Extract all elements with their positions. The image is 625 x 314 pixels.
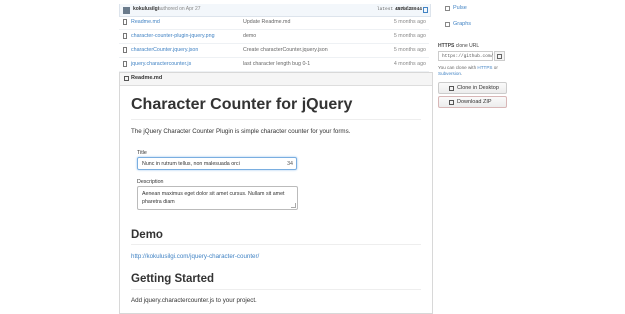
getting-started-text: Add jquery.charactercounter.js to your p… bbox=[131, 297, 257, 304]
download-zip-button[interactable]: Download ZIP bbox=[438, 96, 507, 108]
character-counter: 34 bbox=[287, 161, 293, 167]
commit-message-link[interactable]: last character length bug 0-1 bbox=[243, 61, 310, 67]
clone-url-input[interactable]: https://github.com/ bbox=[438, 51, 493, 61]
download-icon bbox=[449, 100, 454, 105]
title-label: Title bbox=[137, 150, 147, 156]
demo-link[interactable]: http://kokulusilgi.com/jquery-character-… bbox=[131, 253, 259, 260]
copy-clone-url-button[interactable] bbox=[494, 51, 505, 61]
title-input[interactable]: Nunc in rutrum tellus, non malesuada orc… bbox=[137, 157, 297, 170]
divider bbox=[131, 289, 421, 290]
commit-authored: authored on Apr 27 bbox=[158, 6, 201, 12]
clone-label-text: clone URL bbox=[455, 43, 480, 49]
clone-in-desktop-button[interactable]: Clone in Desktop bbox=[438, 82, 507, 94]
clone-url-label: HTTPS clone URL bbox=[438, 43, 479, 49]
pulse-icon bbox=[445, 6, 450, 11]
divider bbox=[131, 119, 421, 120]
file-icon bbox=[123, 33, 127, 39]
commit-hash[interactable]: 457bf28044 bbox=[395, 7, 422, 12]
https-link[interactable]: HTTPS bbox=[477, 65, 492, 70]
table-row: jquery.charactercounter.js last characte… bbox=[119, 58, 429, 72]
file-name-link[interactable]: Readme.md bbox=[131, 19, 160, 25]
book-icon bbox=[124, 76, 129, 81]
download-zip-label: Download ZIP bbox=[457, 99, 492, 105]
file-icon bbox=[123, 47, 127, 53]
divider bbox=[131, 244, 421, 245]
demo-heading: Demo bbox=[131, 229, 163, 241]
getting-started-heading: Getting Started bbox=[131, 273, 215, 285]
readme-header: Readme.md bbox=[120, 73, 432, 86]
clone-note-text: You can clone with bbox=[438, 65, 477, 70]
file-age: 5 months ago bbox=[393, 47, 426, 53]
title-input-value: Nunc in rutrum tellus, non malesuada orc… bbox=[142, 161, 240, 167]
readme-title: Character Counter for jQuery bbox=[131, 96, 353, 113]
file-icon bbox=[123, 61, 127, 67]
desktop-icon bbox=[449, 86, 454, 91]
file-name-link[interactable]: jquery.charactercounter.js bbox=[131, 61, 191, 67]
table-row: Readme.md Update Readme.md 5 months ago bbox=[119, 16, 429, 30]
avatar[interactable] bbox=[123, 7, 130, 14]
commit-message-link[interactable]: demo bbox=[243, 33, 256, 39]
subversion-link[interactable]: Subversion bbox=[438, 71, 461, 76]
file-icon bbox=[123, 19, 127, 25]
sidebar-item-graphs[interactable]: Graphs bbox=[453, 21, 471, 27]
table-row: characterCounter.jquery.json Create char… bbox=[119, 44, 429, 58]
file-name-link[interactable]: characterCounter.jquery.json bbox=[131, 47, 198, 53]
clone-in-desktop-label: Clone in Desktop bbox=[457, 85, 499, 91]
file-age: 4 months ago bbox=[393, 61, 426, 67]
copy-icon[interactable] bbox=[423, 7, 428, 13]
clone-note-or: or bbox=[493, 65, 498, 70]
clipboard-icon bbox=[497, 54, 502, 59]
clone-protocol: HTTPS bbox=[438, 43, 455, 49]
resize-handle[interactable] bbox=[291, 203, 296, 208]
description-textarea[interactable]: Aenean maximus eget dolor sit amet cursu… bbox=[137, 186, 298, 210]
file-list: Readme.md Update Readme.md 5 months ago … bbox=[119, 16, 429, 72]
description-label: Description bbox=[137, 179, 164, 185]
clone-note: You can clone with HTTPS or Subversion. bbox=[438, 65, 498, 76]
readme-intro: The jQuery Character Counter Plugin is s… bbox=[131, 128, 351, 135]
file-age: 5 months ago bbox=[393, 33, 426, 39]
sidebar-item-pulse[interactable]: Pulse bbox=[453, 5, 467, 11]
graphs-icon bbox=[445, 22, 450, 27]
file-age: 5 months ago bbox=[393, 19, 426, 25]
description-value: Aenean maximus eget dolor sit amet cursu… bbox=[142, 191, 285, 205]
file-name-link[interactable]: character-counter-plugin-jquery.png bbox=[131, 33, 215, 39]
commit-message-link[interactable]: Update Readme.md bbox=[243, 19, 290, 25]
readme-label: Readme.md bbox=[131, 75, 163, 81]
commit-author[interactable]: kokulusilgi bbox=[133, 6, 159, 12]
commit-message-link[interactable]: Create characterCounter.jquery.json bbox=[243, 47, 328, 53]
clone-url-value: https://github.com/ bbox=[442, 54, 494, 59]
table-row: character-counter-plugin-jquery.png demo… bbox=[119, 30, 429, 44]
